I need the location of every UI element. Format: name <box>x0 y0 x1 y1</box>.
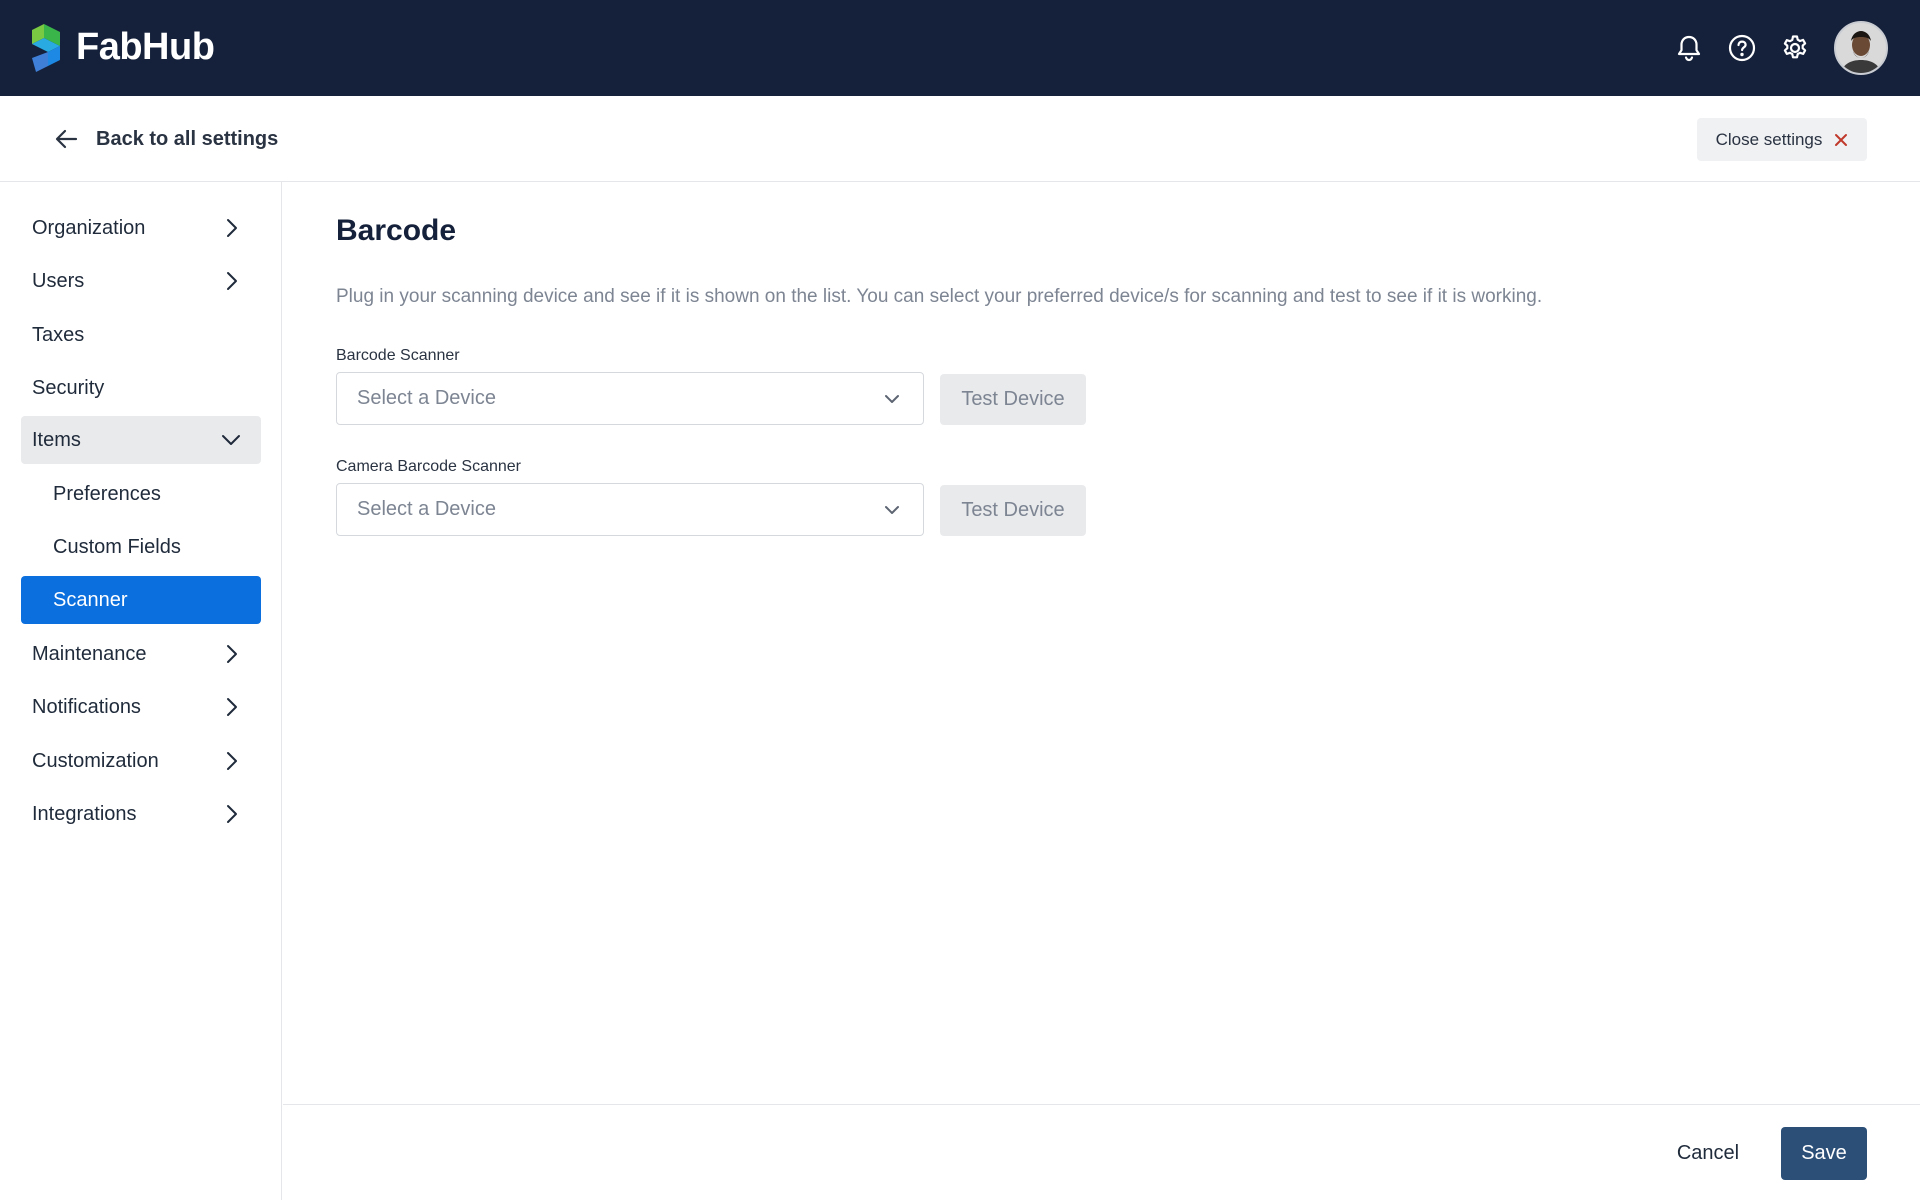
close-icon <box>1834 133 1848 147</box>
sidebar-item-label: Maintenance <box>32 642 147 665</box>
help-icon[interactable] <box>1726 32 1758 64</box>
test-barcode-scanner-button[interactable]: Test Device <box>940 374 1086 425</box>
sidebar-item-custom-fields[interactable]: Custom Fields <box>21 523 261 571</box>
sidebar-item-scanner[interactable]: Scanner <box>21 576 261 624</box>
sidebar-item-maintenance[interactable]: Maintenance <box>21 630 261 678</box>
back-link-label: Back to all settings <box>96 127 279 150</box>
sidebar-item-taxes[interactable]: Taxes <box>21 311 261 359</box>
close-settings-label: Close settings <box>1715 129 1823 149</box>
sidebar-item-label: Integrations <box>32 802 137 825</box>
select-placeholder: Select a Device <box>357 498 496 520</box>
sidebar-item-preferences[interactable]: Preferences <box>21 470 261 518</box>
chevron-right-icon <box>227 805 237 823</box>
arrow-left-icon <box>55 129 78 149</box>
cancel-label: Cancel <box>1676 1142 1740 1164</box>
select-placeholder: Select a Device <box>357 387 496 409</box>
chevron-right-icon <box>227 698 237 716</box>
avatar[interactable] <box>1834 21 1888 75</box>
sidebar-item-label: Users <box>32 269 85 292</box>
barcode-scanner-select[interactable]: Select a Device <box>336 372 924 425</box>
user-avatar-image <box>1836 23 1886 73</box>
chevron-right-icon <box>227 752 237 770</box>
test-device-label: Test Device <box>961 388 1065 410</box>
chevron-right-icon <box>227 219 237 237</box>
settings-sidebar: Organization Users Taxes Security Items … <box>0 182 282 1200</box>
chevron-down-icon <box>222 435 240 445</box>
sidebar-item-notifications[interactable]: Notifications <box>21 683 261 731</box>
sidebar-item-integrations[interactable]: Integrations <box>21 790 261 838</box>
logo[interactable]: FabHub <box>30 20 215 74</box>
camera-barcode-scanner-label: Camera Barcode Scanner <box>336 458 521 475</box>
sidebar-item-items[interactable]: Items <box>21 416 261 464</box>
settings-bar: Back to all settings Close settings <box>0 96 1920 182</box>
sidebar-item-label: Customization <box>32 749 159 772</box>
page-title: Barcode <box>336 214 457 247</box>
chevron-right-icon <box>227 645 237 663</box>
close-settings-button[interactable]: Close settings <box>1697 118 1867 161</box>
gear-icon[interactable] <box>1779 32 1811 64</box>
test-camera-scanner-button[interactable]: Test Device <box>940 485 1086 536</box>
back-to-settings-link[interactable]: Back to all settings <box>54 121 278 157</box>
settings-content: Barcode Plug in your scanning device and… <box>283 182 1920 1104</box>
camera-barcode-scanner-select[interactable]: Select a Device <box>336 483 924 536</box>
fabhub-logo-icon <box>32 24 60 72</box>
sidebar-item-label: Organization <box>32 216 146 239</box>
sidebar-item-label: Items <box>32 428 81 451</box>
save-label: Save <box>1801 1142 1847 1164</box>
chevron-down-icon <box>885 395 899 403</box>
sidebar-item-label: Taxes <box>32 323 85 346</box>
bell-icon[interactable] <box>1673 32 1705 64</box>
cancel-button[interactable]: Cancel <box>1656 1127 1760 1180</box>
chevron-right-icon <box>227 272 237 290</box>
sidebar-item-organization[interactable]: Organization <box>21 204 261 252</box>
sidebar-item-label: Security <box>32 376 105 399</box>
sidebar-item-label: Preferences <box>53 482 161 505</box>
sidebar-item-users[interactable]: Users <box>21 257 261 305</box>
test-device-label: Test Device <box>961 499 1065 521</box>
page-description: Plug in your scanning device and see if … <box>336 286 1543 307</box>
header-actions <box>1652 20 1888 76</box>
top-header: FabHub <box>0 0 1920 96</box>
sidebar-item-label: Scanner <box>53 588 128 611</box>
sidebar-item-security[interactable]: Security <box>21 364 261 412</box>
barcode-scanner-label: Barcode Scanner <box>336 347 460 364</box>
chevron-down-icon <box>885 506 899 514</box>
sidebar-item-label: Notifications <box>32 695 141 718</box>
settings-footer: Cancel Save <box>283 1104 1920 1200</box>
save-button[interactable]: Save <box>1781 1127 1867 1180</box>
brand-name: FabHub <box>76 25 215 68</box>
sidebar-item-label: Custom Fields <box>53 535 181 558</box>
sidebar-item-customization[interactable]: Customization <box>21 737 261 785</box>
